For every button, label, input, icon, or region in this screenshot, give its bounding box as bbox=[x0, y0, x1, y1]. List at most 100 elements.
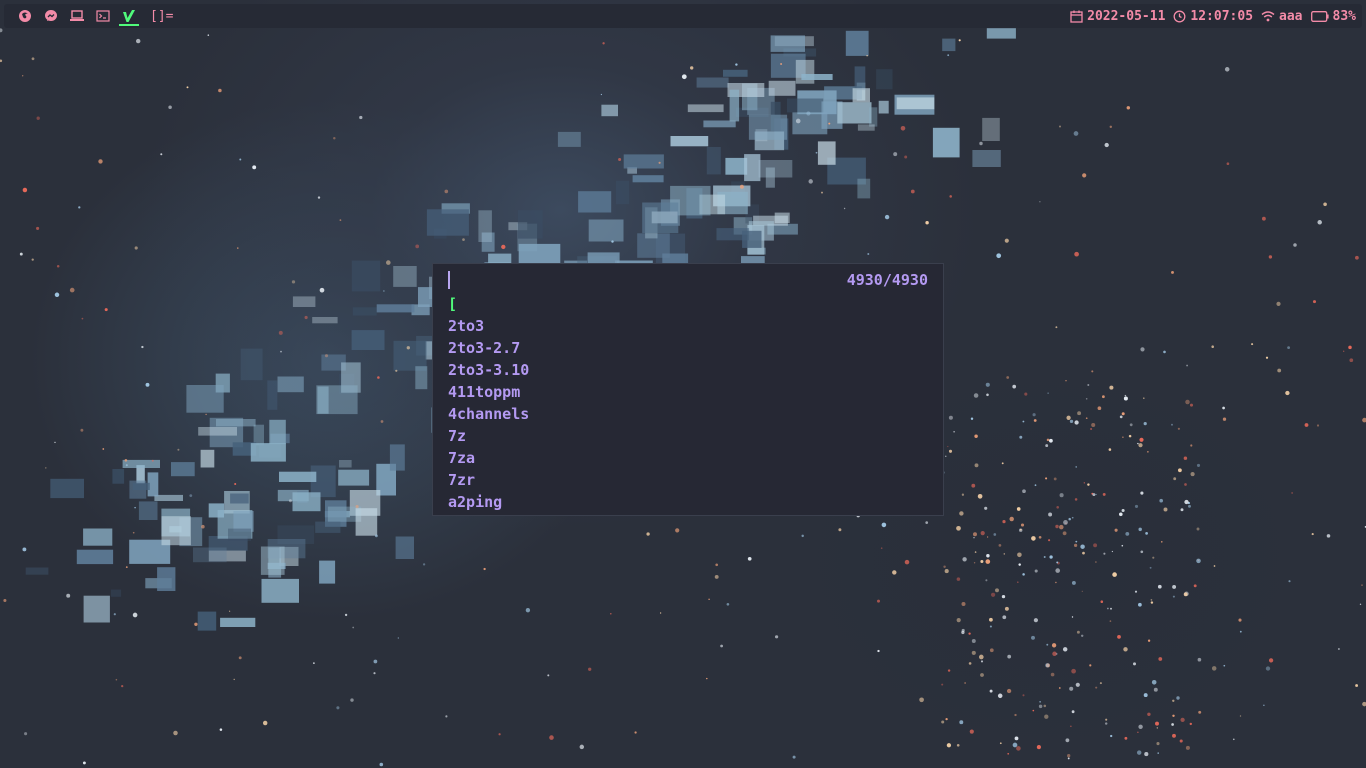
wallpaper-particle bbox=[1117, 635, 1121, 639]
wifi-ssid: aaa bbox=[1279, 8, 1303, 24]
wallpaper-particle bbox=[1065, 738, 1070, 743]
wallpaper-tile bbox=[253, 424, 264, 446]
wallpaper-particle bbox=[1183, 592, 1188, 597]
wallpaper-particle bbox=[1065, 380, 1067, 382]
launcher-item[interactable]: 2to3 bbox=[448, 315, 928, 337]
launcher-item[interactable]: 2to3-2.7 bbox=[448, 337, 928, 359]
wallpaper-particle bbox=[1163, 350, 1166, 354]
wallpaper-particle bbox=[1190, 472, 1195, 477]
wallpaper-particle bbox=[1172, 733, 1176, 738]
wallpaper-particle bbox=[113, 613, 116, 616]
status-area: 2022-05-11 12:07:05 aaa 83% bbox=[1070, 9, 1356, 24]
wallpaper-particle bbox=[900, 126, 906, 131]
wallpaper-tile bbox=[339, 460, 352, 468]
launcher-item[interactable]: a2ping bbox=[448, 491, 928, 513]
launcher-item[interactable]: 7zr bbox=[448, 469, 928, 491]
wallpaper-particle bbox=[990, 592, 996, 597]
wallpaper-particle bbox=[22, 547, 27, 552]
wallpaper-particle bbox=[1184, 483, 1187, 486]
launcher-item[interactable]: [ bbox=[448, 293, 928, 315]
wallpaper-particle bbox=[194, 622, 198, 626]
wallpaper-particle bbox=[136, 38, 141, 44]
wallpaper-tile bbox=[706, 147, 721, 175]
launcher-item[interactable]: 7z bbox=[448, 425, 928, 447]
wallpaper-particle bbox=[1180, 508, 1184, 512]
wallpaper-tile bbox=[670, 136, 709, 147]
wallpaper-particle bbox=[1006, 376, 1010, 379]
wallpaper-tile bbox=[896, 97, 935, 110]
clock-icon bbox=[1173, 10, 1186, 22]
wallpaper-particle bbox=[579, 744, 585, 750]
wallpaper-particle bbox=[1071, 616, 1074, 618]
wallpaper-particle bbox=[843, 207, 846, 210]
launcher-item[interactable]: 7za bbox=[448, 447, 928, 469]
battery-widget: 83% bbox=[1310, 8, 1356, 24]
layout-indicator[interactable]: []= bbox=[150, 9, 173, 24]
tag-terminal[interactable] bbox=[90, 4, 116, 28]
wallpaper-particle bbox=[1059, 524, 1064, 530]
wallpaper-particle bbox=[910, 189, 915, 194]
wallpaper-particle bbox=[801, 534, 804, 538]
wallpaper-tile bbox=[316, 385, 358, 415]
wallpaper-particle bbox=[1033, 419, 1037, 422]
battery-percent: 83% bbox=[1332, 8, 1356, 24]
wallpaper-particle bbox=[1186, 364, 1189, 367]
wallpaper-particle bbox=[1348, 345, 1352, 350]
wallpaper-particle bbox=[1067, 757, 1070, 760]
wallpaper-particle bbox=[1022, 489, 1026, 494]
tag-vim[interactable] bbox=[116, 4, 142, 28]
wallpaper-tile bbox=[765, 167, 775, 188]
wallpaper-particle bbox=[997, 693, 1003, 699]
tag-firefox[interactable] bbox=[12, 4, 38, 28]
wallpaper-particle bbox=[1097, 406, 1102, 411]
wallpaper-particle bbox=[1147, 712, 1151, 716]
wallpaper-particle bbox=[1359, 603, 1362, 605]
text-cursor bbox=[448, 271, 450, 289]
wallpaper-particle bbox=[1161, 541, 1163, 543]
tag-laptop[interactable] bbox=[64, 4, 90, 28]
wallpaper-particle bbox=[1326, 534, 1331, 538]
wallpaper-particle bbox=[1285, 390, 1290, 396]
wallpaper-particle bbox=[373, 659, 378, 664]
launcher-item[interactable]: 4channels bbox=[448, 403, 928, 425]
wallpaper-particle bbox=[104, 308, 108, 312]
wallpaper-tile bbox=[220, 617, 256, 627]
wallpaper-particle bbox=[1190, 444, 1193, 447]
tag-messenger[interactable] bbox=[38, 4, 64, 28]
wallpaper-tile bbox=[292, 296, 316, 307]
wallpaper-tile bbox=[338, 469, 370, 486]
wallpaper-particle bbox=[1071, 580, 1076, 585]
wallpaper-particle bbox=[3, 598, 7, 603]
wallpaper-particle bbox=[1107, 607, 1109, 610]
wallpaper-particle bbox=[1126, 106, 1131, 110]
wallpaper-particle bbox=[1014, 736, 1019, 741]
wallpaper-particle bbox=[1043, 704, 1047, 708]
wallpaper-particle bbox=[205, 413, 207, 416]
launcher-item[interactable]: 411toppm bbox=[448, 381, 928, 403]
wallpaper-particle bbox=[919, 697, 924, 703]
wallpaper-particle bbox=[1085, 417, 1088, 420]
wallpaper-particle bbox=[1055, 581, 1057, 584]
wallpaper-particle bbox=[720, 644, 723, 648]
wallpaper-particle bbox=[1022, 573, 1025, 576]
wallpaper-particle bbox=[1083, 482, 1085, 484]
launcher-prompt: 4930/4930 bbox=[448, 268, 928, 292]
wallpaper-particle bbox=[959, 720, 964, 725]
wallpaper-tile bbox=[768, 80, 796, 96]
wallpaper-tile bbox=[703, 120, 736, 128]
wallpaper-tile bbox=[942, 38, 956, 52]
wallpaper-particle bbox=[483, 567, 486, 571]
wallpaper-particle bbox=[125, 566, 128, 568]
wallpaper-particle bbox=[1119, 512, 1123, 517]
wallpaper-particle bbox=[948, 415, 953, 420]
wallpaper-particle bbox=[1014, 713, 1017, 717]
wallpaper-tile bbox=[83, 595, 110, 623]
wallpaper-tile bbox=[795, 59, 815, 84]
wallpaper-particle bbox=[324, 354, 329, 358]
wallpaper-particle bbox=[974, 551, 977, 553]
wallpaper-particle bbox=[234, 482, 237, 486]
wallpaper-particle bbox=[1139, 437, 1144, 442]
launcher-item[interactable]: 2to3-3.10 bbox=[448, 359, 928, 381]
wallpaper-particle bbox=[1099, 682, 1102, 685]
wallpaper-tile bbox=[393, 266, 417, 287]
